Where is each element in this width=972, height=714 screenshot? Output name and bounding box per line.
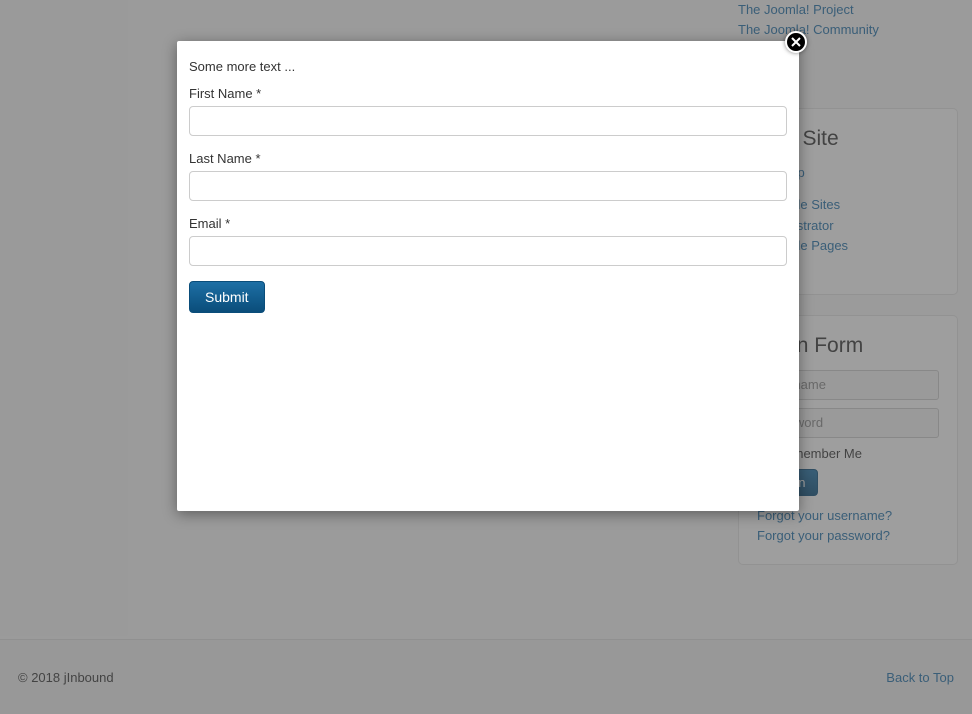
page-background: The Joomla! Project The Joomla! Communit… [0, 0, 972, 714]
email-label: Email * [189, 216, 787, 231]
modal-close-button[interactable] [785, 31, 807, 53]
modal-intro-text: Some more text ... [189, 59, 787, 74]
first-name-label: First Name * [189, 86, 787, 101]
last-name-input[interactable] [189, 171, 787, 201]
email-input[interactable] [189, 236, 787, 266]
contact-form-modal: Some more text ... First Name * Last Nam… [177, 41, 799, 511]
submit-button[interactable]: Submit [189, 281, 265, 313]
last-name-label: Last Name * [189, 151, 787, 166]
first-name-input[interactable] [189, 106, 787, 136]
close-icon [791, 35, 801, 50]
